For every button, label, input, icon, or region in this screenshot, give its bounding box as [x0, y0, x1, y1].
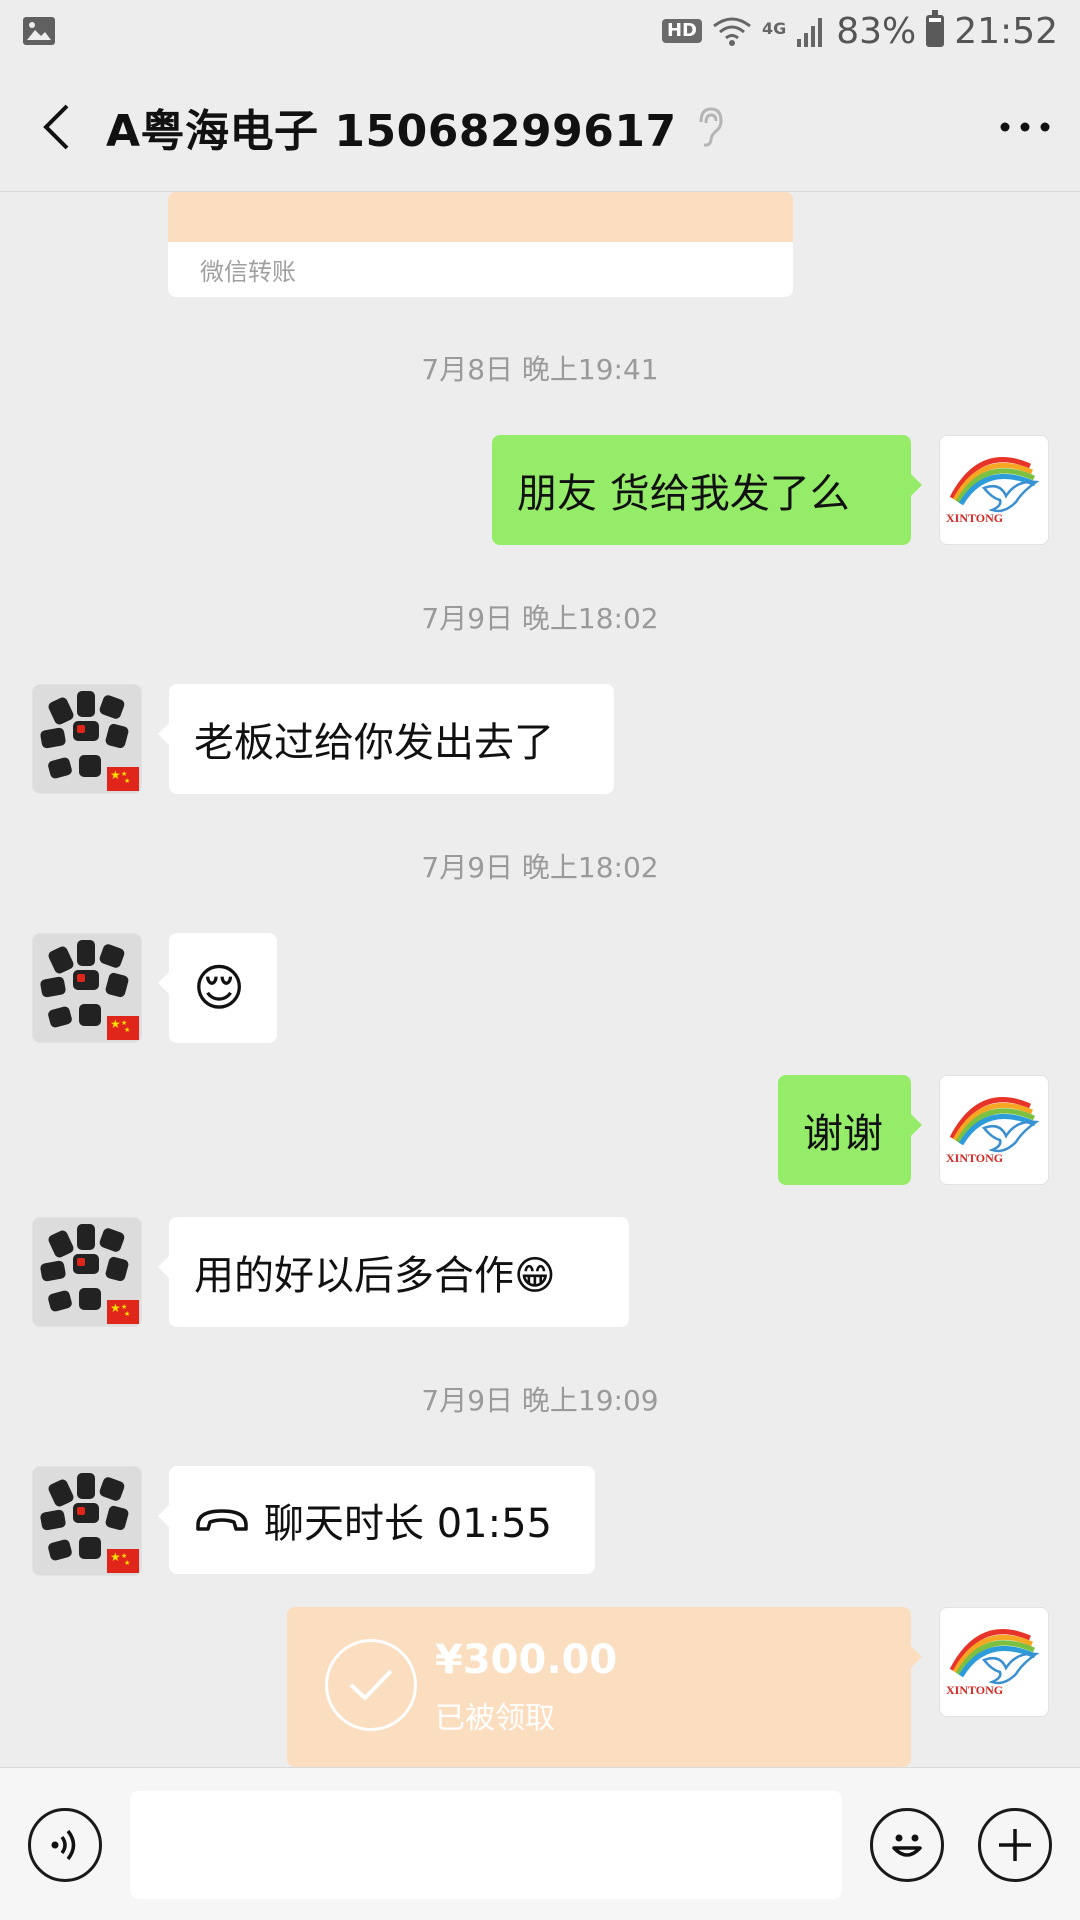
product-gadget	[77, 1507, 85, 1515]
product-gadget	[79, 1537, 101, 1559]
product-gadget	[79, 1004, 101, 1026]
product-gadget	[47, 1538, 73, 1562]
smiley-icon	[892, 1834, 922, 1857]
product-gadget	[39, 1260, 67, 1282]
message-text: 用的好以后多合作😁	[194, 1253, 556, 1299]
xintong-logo: XINTONG	[946, 1097, 1040, 1165]
message-text: 谢谢	[803, 1111, 883, 1157]
product-gadget	[39, 1509, 67, 1531]
voice-input-button[interactable]	[28, 1808, 102, 1882]
voice-call-record[interactable]: 聊天时长 01:55	[158, 1466, 595, 1574]
transfer-card-received[interactable]: ¥300.00 已被领取	[287, 1607, 922, 1767]
contact-avatar[interactable]: ★ ★ ★	[32, 684, 142, 794]
product-gadget	[79, 755, 101, 777]
more-dots-icon	[1000, 122, 1050, 131]
voice-icon	[51, 1829, 76, 1861]
product-gadget	[39, 976, 67, 998]
call-duration-text: 聊天时长 01:55	[264, 1501, 552, 1547]
product-gadget	[46, 1228, 76, 1260]
product-gadget	[46, 944, 76, 976]
product-gadget	[98, 1475, 126, 1503]
message-text: 老板过给你发出去了	[194, 720, 554, 766]
timestamp: 7月8日 晚上19:41	[421, 353, 659, 386]
product-gadget	[104, 1504, 130, 1532]
transfer-card-previous[interactable]: 微信转账	[168, 192, 793, 297]
product-gadget	[77, 1258, 85, 1266]
more-options-button[interactable]	[970, 77, 1080, 177]
outgoing-message[interactable]: 谢谢	[778, 1075, 922, 1185]
product-gadget	[46, 695, 76, 727]
timestamp: 7月9日 晚上19:09	[421, 1384, 659, 1417]
product-gadget	[79, 1288, 101, 1310]
timestamp: 7月9日 晚上18:02	[421, 851, 659, 884]
product-gadget	[77, 940, 95, 966]
transfer-card-body	[168, 192, 793, 242]
contact-avatar[interactable]: ★ ★ ★	[32, 1217, 142, 1327]
product-gadget	[77, 1473, 95, 1499]
chat-history[interactable]: 微信转账 7月8日 晚上19:41 朋友 货给我发了么 XINTONG 7月9日…	[0, 0, 1080, 1920]
svg-text:XINTONG: XINTONG	[946, 1151, 1003, 1165]
message-input[interactable]	[130, 1791, 842, 1899]
china-flag-icon: ★ ★ ★	[107, 1300, 139, 1324]
xintong-logo: XINTONG	[946, 1629, 1040, 1697]
relieved-face-emoji: 😌	[193, 959, 246, 1017]
china-flag-icon: ★ ★ ★	[107, 767, 139, 791]
china-flag-icon: ★ ★ ★	[107, 1016, 139, 1040]
page-title: A粤海电子 15068299617	[106, 95, 725, 159]
product-gadget	[47, 756, 73, 780]
back-button[interactable]	[6, 77, 106, 177]
product-gadget	[77, 1224, 95, 1250]
emoji-button[interactable]	[870, 1808, 944, 1882]
timestamp: 7月9日 晚上18:02	[421, 602, 659, 635]
product-gadget	[46, 1477, 76, 1509]
product-gadget	[98, 693, 126, 721]
product-gadget	[39, 727, 67, 749]
earpiece-mode-icon	[699, 106, 723, 147]
product-gadget	[77, 974, 85, 982]
product-gadget	[104, 722, 130, 750]
product-gadget	[104, 1255, 130, 1283]
product-gadget	[47, 1005, 73, 1029]
my-avatar[interactable]: XINTONG	[939, 1607, 1049, 1717]
transfer-amount: ¥300.00	[435, 1637, 618, 1683]
product-gadget	[77, 725, 85, 733]
outgoing-message[interactable]: 朋友 货给我发了么	[492, 435, 922, 545]
my-avatar[interactable]: XINTONG	[939, 1075, 1049, 1185]
chat-header: A粤海电子 15068299617	[0, 62, 1080, 192]
incoming-message[interactable]: 用的好以后多合作😁	[158, 1217, 629, 1327]
input-bar	[0, 1767, 1080, 1920]
svg-text:XINTONG: XINTONG	[946, 511, 1003, 525]
product-gadget	[98, 942, 126, 970]
product-gadget	[104, 971, 130, 999]
phone-handset-icon	[196, 1509, 248, 1531]
my-avatar[interactable]: XINTONG	[939, 435, 1049, 545]
back-arrow-icon	[43, 104, 69, 149]
checkmark-icon	[325, 1639, 417, 1731]
product-gadget	[77, 691, 95, 717]
incoming-message[interactable]: 老板过给你发出去了	[158, 684, 614, 794]
incoming-emoji-message[interactable]: 😌	[158, 933, 277, 1043]
china-flag-icon: ★ ★ ★	[107, 1549, 139, 1573]
product-gadget	[47, 1289, 73, 1313]
contact-name: A粤海电子 15068299617	[106, 105, 677, 157]
more-functions-button[interactable]	[978, 1808, 1052, 1882]
plus-icon	[999, 1829, 1031, 1861]
contact-avatar[interactable]: ★ ★ ★	[32, 933, 142, 1043]
svg-text:XINTONG: XINTONG	[946, 1683, 1003, 1697]
product-gadget	[98, 1226, 126, 1254]
contact-avatar[interactable]: ★ ★ ★	[32, 1466, 142, 1576]
transfer-source-label: 微信转账	[168, 242, 793, 297]
xintong-logo: XINTONG	[946, 457, 1040, 525]
message-text: 朋友 货给我发了么	[517, 471, 850, 517]
transfer-status: 已被领取	[435, 1701, 555, 1736]
